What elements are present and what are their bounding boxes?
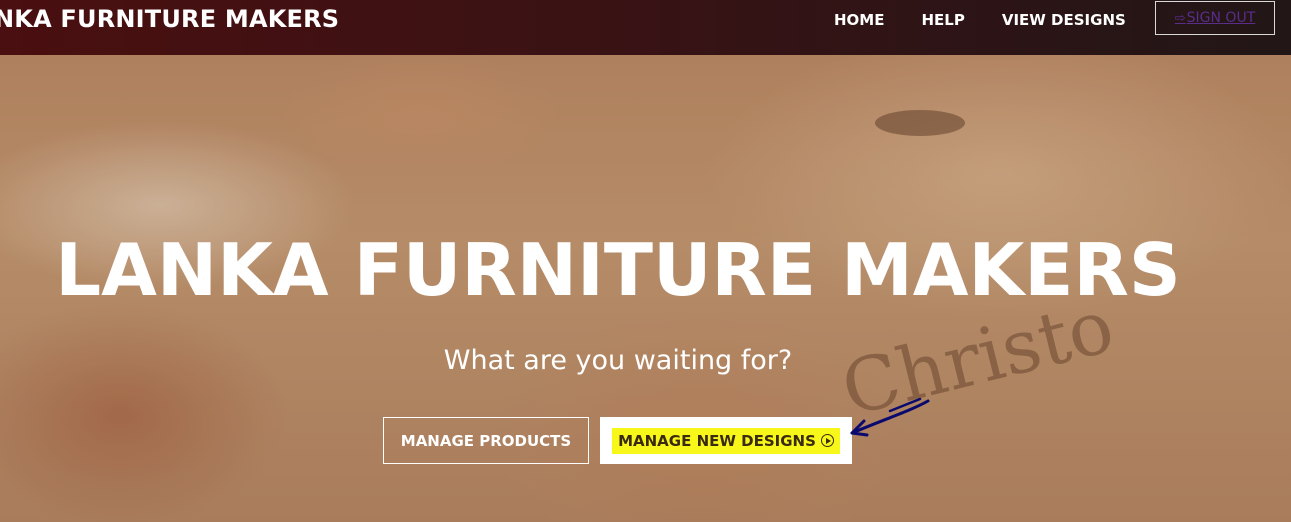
nav-view-designs[interactable]: VIEW DESIGNS bbox=[1002, 11, 1126, 29]
wood-knot bbox=[875, 110, 965, 136]
manage-products-button[interactable]: MANAGE PRODUCTS bbox=[383, 417, 589, 464]
highlighted-label-wrap: MANAGE NEW DESIGNS bbox=[612, 427, 840, 454]
manage-products-label: MANAGE PRODUCTS bbox=[400, 431, 572, 450]
manage-new-designs-button[interactable]: MANAGE NEW DESIGNS bbox=[600, 417, 852, 464]
nav-home[interactable]: HOME bbox=[834, 11, 884, 29]
hero-banner: Christo LANKA FURNITURE MAKERS What are … bbox=[0, 55, 1291, 522]
play-circle-icon bbox=[820, 434, 834, 447]
top-navbar: NKA FURNITURE MAKERS HOME HELP VIEW DESI… bbox=[0, 0, 1291, 55]
annotation-arrow-icon bbox=[850, 397, 930, 437]
hero-subtitle: What are you waiting for? bbox=[443, 345, 793, 376]
hero-title: LANKA FURNITURE MAKERS bbox=[55, 228, 1181, 312]
brand-logo[interactable]: NKA FURNITURE MAKERS bbox=[0, 5, 339, 33]
sign-out-button[interactable]: ⇨ SIGN OUT bbox=[1155, 1, 1275, 35]
sign-out-icon: ⇨ bbox=[1174, 10, 1186, 26]
manage-new-designs-label: MANAGE NEW DESIGNS bbox=[618, 431, 816, 450]
sign-out-label: SIGN OUT bbox=[1186, 10, 1256, 26]
nav-help[interactable]: HELP bbox=[921, 11, 964, 29]
nav-links: HOME HELP VIEW DESIGNS bbox=[834, 11, 1163, 29]
